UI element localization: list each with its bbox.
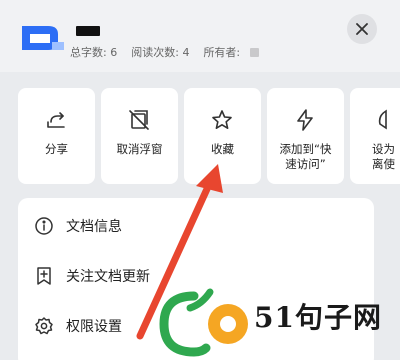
document-name-redacted — [76, 26, 100, 36]
follow-update-icon — [37, 267, 51, 285]
info-icon — [35, 217, 53, 235]
settings-gear-icon — [35, 317, 53, 335]
word-count-label: 总字数: — [70, 46, 107, 59]
favorite-button[interactable]: 收藏 — [184, 88, 261, 184]
owner-avatar — [249, 48, 259, 57]
set-as-button[interactable]: 设为离使 — [350, 88, 400, 184]
favorite-label: 收藏 — [211, 142, 234, 156]
set-as-label: 设为离使 — [372, 142, 395, 171]
menu-item-label: 文档信息 — [66, 219, 122, 235]
document-header: 总字数: 6 阅读次数: 4 所有者: — [0, 0, 400, 72]
share-label: 分享 — [45, 142, 68, 156]
watermark-logo-icon — [159, 288, 248, 357]
set-as-icon — [378, 109, 387, 130]
cancel-float-window-icon — [129, 110, 149, 130]
share-icon — [47, 112, 65, 128]
owner-label: 所有者: — [203, 46, 241, 59]
close-button[interactable] — [347, 14, 377, 44]
site-watermark: 51句子网 — [150, 282, 400, 360]
cancel-float-window-button[interactable]: 取消浮窗 — [101, 88, 178, 184]
word-count-value: 6 — [110, 46, 118, 59]
watermark-text: 51句子网 — [254, 301, 382, 334]
read-count-value: 4 — [182, 46, 190, 59]
menu-item-document-info[interactable]: 文档信息 — [18, 202, 374, 252]
menu-item-label: 关注文档更新 — [66, 269, 150, 285]
read-count-label: 阅读次数: — [131, 46, 179, 59]
star-icon — [212, 110, 232, 129]
document-meta: 总字数: 6 阅读次数: 4 所有者: — [70, 44, 259, 60]
close-icon — [356, 23, 368, 35]
lightning-icon — [297, 109, 313, 131]
cancel-float-window-label: 取消浮窗 — [116, 142, 163, 156]
share-button[interactable]: 分享 — [18, 88, 95, 184]
add-to-quick-access-label: 添加到“快速访问” — [279, 142, 332, 171]
add-to-quick-access-button[interactable]: 添加到“快速访问” — [267, 88, 344, 184]
action-bar: 分享 取消浮窗 收藏 添加到“快速访问” 设为离使 — [0, 88, 400, 184]
menu-item-label: 权限设置 — [66, 319, 122, 335]
document-logo-icon — [22, 26, 64, 50]
